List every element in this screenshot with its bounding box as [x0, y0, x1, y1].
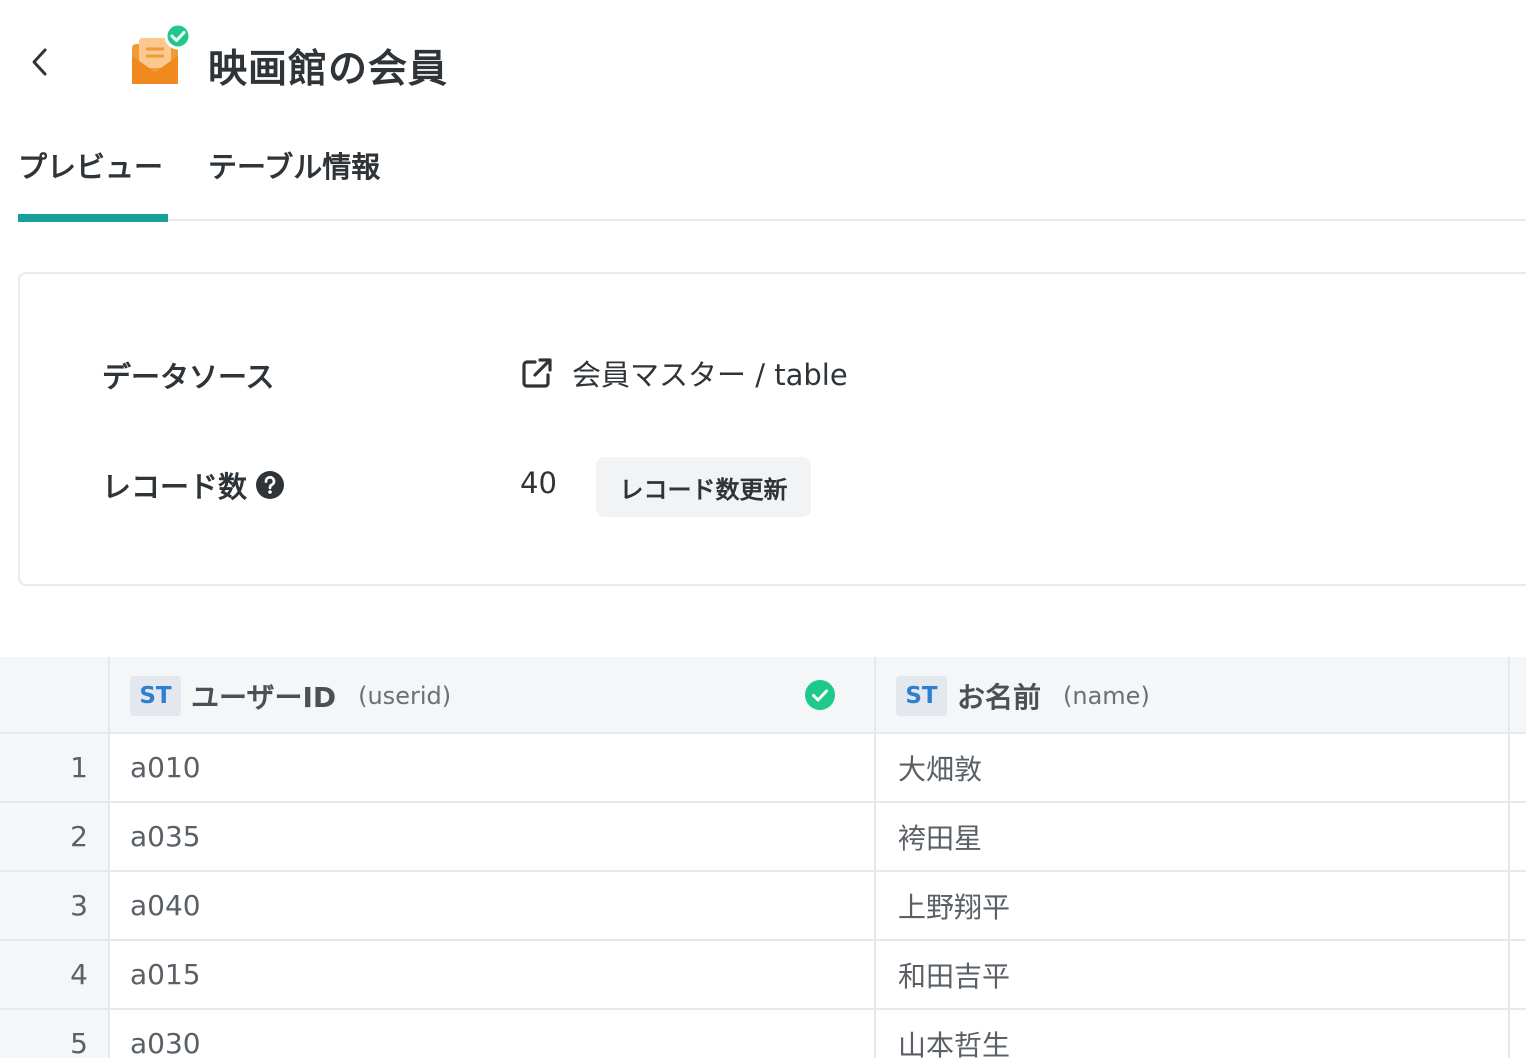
column-name: ユーザーID [191, 680, 337, 714]
cell-userid: a035 [130, 820, 201, 853]
row-index: 5 [0, 1010, 110, 1058]
record-count-label: レコード数 [102, 470, 248, 504]
string-type-badge: ST [896, 675, 947, 716]
info-card: データソース 会員マスター / table レコード数 40 レコード数更新 [18, 272, 1526, 586]
datasource-label: データソース [102, 360, 275, 394]
datasource-link[interactable]: 会員マスター / table [520, 352, 848, 394]
chevron-left-icon [32, 48, 47, 76]
column-divider [874, 734, 876, 1058]
tab-table-info[interactable]: テーブル情報 [208, 144, 380, 222]
check-circle-icon [805, 680, 835, 710]
refresh-record-count-button[interactable]: レコード数更新 [596, 457, 811, 517]
table-row[interactable]: 1 a010 大畑敦 [0, 734, 1526, 803]
table-row[interactable]: 3 a040 上野翔平 [0, 872, 1526, 941]
table-row[interactable]: 5 a030 山本哲生 [0, 1010, 1526, 1058]
row-index: 4 [0, 941, 110, 1008]
record-count-row-label: レコード数 [102, 464, 285, 506]
tab-preview[interactable]: プレビュー [18, 144, 168, 222]
column-key: (name) [1063, 681, 1150, 710]
header: 映画館の会員 [0, 0, 1526, 120]
cell-userid: a015 [130, 958, 201, 991]
table-row[interactable]: 4 a015 和田吉平 [0, 941, 1526, 1010]
cell-userid: a010 [130, 751, 201, 784]
tab-preview-label: プレビュー [18, 150, 164, 184]
datasource-value: 会員マスター / table [572, 358, 848, 392]
column-name: お名前 [957, 680, 1042, 714]
question-circle-icon[interactable] [255, 470, 285, 500]
column-header-userid[interactable]: ST ユーザーID (userid) [110, 657, 876, 734]
page: 映画館の会員 プレビュー テーブル情報 データソース 会員マスター / tabl… [0, 0, 1526, 1058]
cell-userid: a040 [130, 889, 201, 922]
cell-name: 山本哲生 [898, 1028, 1011, 1058]
column-key: (userid) [358, 681, 452, 710]
tab-active-indicator [18, 214, 168, 222]
envelope-verified-icon [132, 22, 192, 84]
table-header: ST ユーザーID (userid) ST お名前 (name) [0, 657, 1526, 734]
row-index: 1 [0, 734, 110, 801]
table-row[interactable]: 2 a035 袴田星 [0, 803, 1526, 872]
external-link-icon [522, 358, 552, 388]
string-type-badge: ST [130, 675, 181, 716]
row-index: 3 [0, 872, 110, 939]
column-divider [1508, 734, 1510, 1058]
cell-name: 和田吉平 [898, 959, 1011, 993]
cell-name: 大畑敦 [898, 752, 983, 786]
cell-name: 上野翔平 [898, 890, 1011, 924]
cell-name: 袴田星 [898, 821, 983, 855]
page-title: 映画館の会員 [208, 47, 449, 92]
back-button[interactable] [20, 40, 60, 84]
column-header-name[interactable]: ST お名前 (name) [876, 657, 1510, 734]
cell-userid: a030 [130, 1027, 201, 1058]
row-index: 2 [0, 803, 110, 870]
record-count-value: 40 [520, 466, 557, 500]
column-divider [108, 734, 110, 1058]
tab-bar: プレビュー テーブル情報 [0, 130, 1526, 222]
tab-table-info-label: テーブル情報 [208, 150, 381, 184]
